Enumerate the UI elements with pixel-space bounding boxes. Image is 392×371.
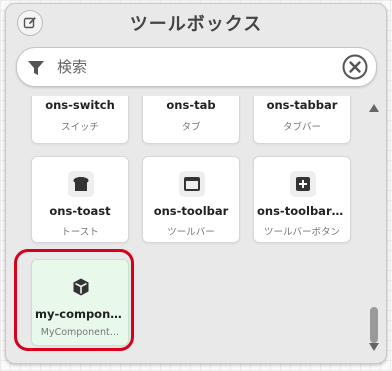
component-label: スイッチ <box>60 122 99 133</box>
component-label: MyComponent… <box>40 327 120 338</box>
plus-square-icon <box>290 171 316 197</box>
scrollbar[interactable] <box>368 99 380 357</box>
toolbox-panel: ツールボックス ons-switch スイッチ ons-tab タブ <box>5 3 387 364</box>
component-name: ons-switch <box>45 98 115 112</box>
component-card-my-component[interactable]: my-compone… MyComponent… <box>31 259 129 346</box>
component-grid: ons-switch スイッチ ons-tab タブ ons-tabbar タブ… <box>16 96 365 356</box>
component-name: ons-tab <box>166 98 216 112</box>
component-name: my-compone… <box>35 307 125 321</box>
component-name: ons-tabbar <box>266 98 338 112</box>
component-name: ons-toast <box>49 204 111 218</box>
toolbox-title: ツールボックス <box>129 14 263 35</box>
toolbox-header: ツールボックス <box>6 4 386 41</box>
component-name: ons-toolbar-… <box>257 204 347 218</box>
scroll-up-arrow-icon[interactable] <box>369 104 379 112</box>
component-card-ons-tab[interactable]: ons-tab タブ <box>142 96 240 144</box>
filter-icon[interactable] <box>27 59 45 77</box>
component-card-ons-toast[interactable]: ons-toast トースト <box>31 156 129 243</box>
component-card-ons-switch[interactable]: ons-switch スイッチ <box>31 96 129 144</box>
component-name: ons-toolbar <box>153 204 229 218</box>
component-label: ツールバーボタン <box>263 227 340 238</box>
toast-icon <box>68 171 94 197</box>
scrollbar-thumb[interactable] <box>370 307 378 343</box>
cube-icon <box>68 274 94 300</box>
toolbar-icon <box>179 171 205 197</box>
canvas-background: ツールボックス ons-switch スイッチ ons-tab タブ <box>0 0 392 371</box>
component-label: トースト <box>61 227 99 238</box>
component-card-ons-tabbar[interactable]: ons-tabbar タブバー <box>253 96 351 144</box>
clear-search-icon[interactable] <box>342 54 368 80</box>
component-label: ツールバー <box>167 227 215 238</box>
component-card-ons-toolbar[interactable]: ons-toolbar ツールバー <box>142 156 240 243</box>
component-label: タブ <box>181 122 201 133</box>
search-bar <box>16 47 377 87</box>
scroll-down-arrow-icon[interactable] <box>369 343 379 351</box>
component-card-ons-toolbar-button[interactable]: ons-toolbar-… ツールバーボタン <box>253 156 351 243</box>
search-input[interactable] <box>57 54 337 80</box>
component-label: タブバー <box>282 122 321 133</box>
